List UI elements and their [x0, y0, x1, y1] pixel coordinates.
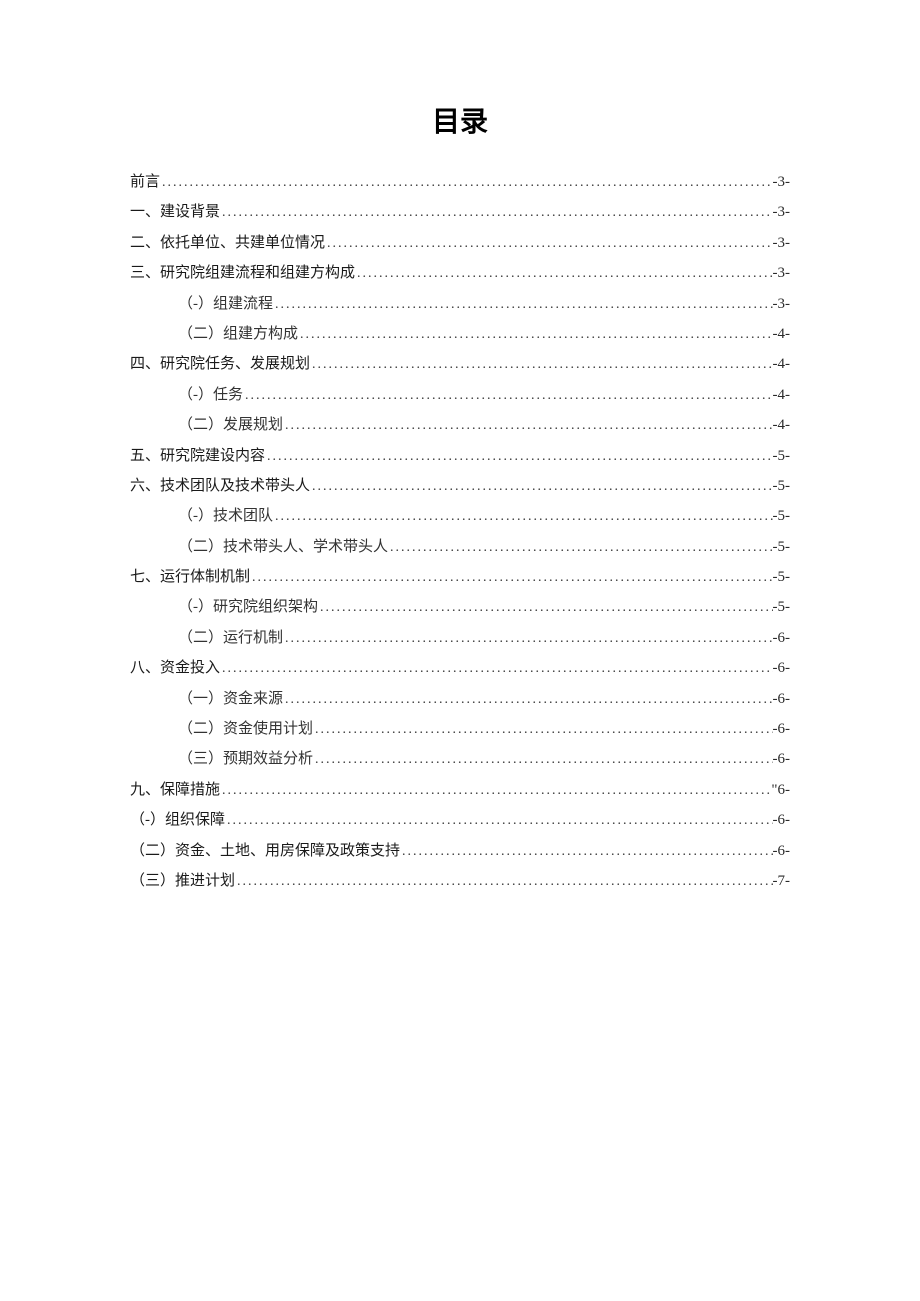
toc-leader-dots: [318, 597, 773, 619]
toc-entry-page: -6-: [773, 717, 791, 741]
toc-entry-label: 五、研究院建设内容: [130, 444, 265, 468]
toc-leader-dots: [220, 658, 772, 680]
toc-entry-label: （-）研究院组织架构: [178, 595, 318, 619]
toc-leader-dots: [243, 385, 773, 407]
toc-entry: 一、建设背景 -3-: [130, 200, 790, 224]
toc-leader-dots: [325, 233, 772, 255]
toc-entry-label: （-）技术团队: [178, 504, 273, 528]
toc-entry: （二）技术带头人、学术带头人 -5-: [130, 535, 790, 559]
toc-leader-dots: [355, 263, 772, 285]
toc-leader-dots: [160, 172, 772, 194]
toc-entry-label: （二）组建方构成: [178, 322, 298, 346]
toc-entry: （-）技术团队 -5-: [130, 504, 790, 528]
toc-entry-page: -5-: [773, 444, 791, 468]
toc-entry: 前言 -3-: [130, 170, 790, 194]
toc-entry-label: （-）组织保障: [130, 808, 225, 832]
toc-entry: （-）研究院组织架构 -5-: [130, 595, 790, 619]
toc-entry: （三）预期效益分析 -6-: [130, 747, 790, 771]
toc-entry: 四、研究院任务、发展规划 -4-: [130, 352, 790, 376]
toc-entry-page: "6-: [771, 778, 790, 802]
toc-entry-page: -6-: [773, 839, 791, 863]
toc-leader-dots: [310, 476, 772, 498]
toc-entry-page: -5-: [773, 504, 791, 528]
toc-entry-label: 九、保障措施: [130, 778, 220, 802]
toc-entry-page: -3-: [773, 292, 791, 316]
toc-entry-label: （一）资金来源: [178, 687, 283, 711]
toc-leader-dots: [313, 719, 772, 741]
toc-entry: （二）组建方构成 -4-: [130, 322, 790, 346]
toc-leader-dots: [283, 415, 772, 437]
toc-entry: 三、研究院组建流程和组建方构成 -3-: [130, 261, 790, 285]
toc-entry-label: （二）技术带头人、学术带头人: [178, 535, 388, 559]
toc-entry-label: 七、运行体制机制: [130, 565, 250, 589]
toc-entry-page: -4-: [773, 322, 791, 346]
toc-leader-dots: [298, 324, 772, 346]
toc-entry-page: -3-: [773, 170, 791, 194]
toc-entry-label: （二）运行机制: [178, 626, 283, 650]
toc-leader-dots: [265, 446, 772, 468]
toc-entry: 二、依托单位、共建单位情况 -3-: [130, 231, 790, 255]
toc-entry-page: -5-: [773, 535, 791, 559]
toc-entry: （一）资金来源 -6-: [130, 687, 790, 711]
toc-leader-dots: [235, 871, 772, 893]
toc-leader-dots: [220, 202, 772, 224]
toc-entry-label: 一、建设背景: [130, 200, 220, 224]
toc-leader-dots: [250, 567, 772, 589]
toc-entry-label: （三）预期效益分析: [178, 747, 313, 771]
toc-entry: （二）资金、土地、用房保障及政策支持 -6-: [130, 839, 790, 863]
toc-entry-page: -3-: [773, 261, 791, 285]
toc-entry: （二）运行机制 -6-: [130, 626, 790, 650]
toc-entry-page: -6-: [773, 656, 791, 680]
toc-leader-dots: [310, 354, 772, 376]
toc-leader-dots: [388, 537, 772, 559]
toc-entry-page: -6-: [773, 687, 791, 711]
toc-entry: 八、资金投入 -6-: [130, 656, 790, 680]
toc-entry-page: -4-: [773, 413, 791, 437]
toc-leader-dots: [225, 810, 773, 832]
toc-entry-label: 三、研究院组建流程和组建方构成: [130, 261, 355, 285]
toc-leader-dots: [313, 749, 772, 771]
toc-entry-label: 前言: [130, 170, 160, 194]
toc-leader-dots: [400, 841, 772, 863]
toc-entry: （三）推进计划 -7-: [130, 869, 790, 893]
toc-entry-label: （二）发展规划: [178, 413, 283, 437]
toc-entry: （-）组织保障 -6-: [130, 808, 790, 832]
toc-entry-label: 八、资金投入: [130, 656, 220, 680]
toc-entry: （二）发展规划 -4-: [130, 413, 790, 437]
toc-title: 目录: [130, 100, 790, 140]
toc-leader-dots: [273, 506, 773, 528]
toc-entry-label: 六、技术团队及技术带头人: [130, 474, 310, 498]
toc-entry-page: -4-: [773, 383, 791, 407]
toc-entry: 七、运行体制机制 -5-: [130, 565, 790, 589]
toc-entry: 六、技术团队及技术带头人 -5-: [130, 474, 790, 498]
toc-entry-page: -6-: [773, 626, 791, 650]
toc-leader-dots: [220, 780, 771, 802]
toc-entry-label: （二）资金使用计划: [178, 717, 313, 741]
toc-leader-dots: [283, 628, 772, 650]
toc-leader-dots: [283, 689, 772, 711]
toc-entry-label: （三）推进计划: [130, 869, 235, 893]
toc-entry: 九、保障措施 "6-: [130, 778, 790, 802]
toc-entry: 五、研究院建设内容 -5-: [130, 444, 790, 468]
toc-entry-page: -5-: [773, 595, 791, 619]
toc-leader-dots: [273, 294, 773, 316]
toc-entry-page: -3-: [773, 231, 791, 255]
toc-entry-page: -4-: [773, 352, 791, 376]
toc-entry-page: -3-: [773, 200, 791, 224]
toc-entry: （-）组建流程 -3-: [130, 292, 790, 316]
toc-entry-label: 二、依托单位、共建单位情况: [130, 231, 325, 255]
table-of-contents: 前言-3-一、建设背景-3-二、依托单位、共建单位情况-3-三、研究院组建流程和…: [130, 170, 790, 893]
toc-entry-label: 四、研究院任务、发展规划: [130, 352, 310, 376]
toc-entry: （-）任务 -4-: [130, 383, 790, 407]
toc-entry-page: -6-: [773, 808, 791, 832]
toc-entry-page: -7-: [773, 869, 791, 893]
toc-entry: （二）资金使用计划 -6-: [130, 717, 790, 741]
toc-entry-label: （-）任务: [178, 383, 243, 407]
toc-entry-label: （-）组建流程: [178, 292, 273, 316]
toc-entry-page: -6-: [773, 747, 791, 771]
toc-entry-page: -5-: [773, 565, 791, 589]
toc-entry-page: -5-: [773, 474, 791, 498]
toc-entry-label: （二）资金、土地、用房保障及政策支持: [130, 839, 400, 863]
